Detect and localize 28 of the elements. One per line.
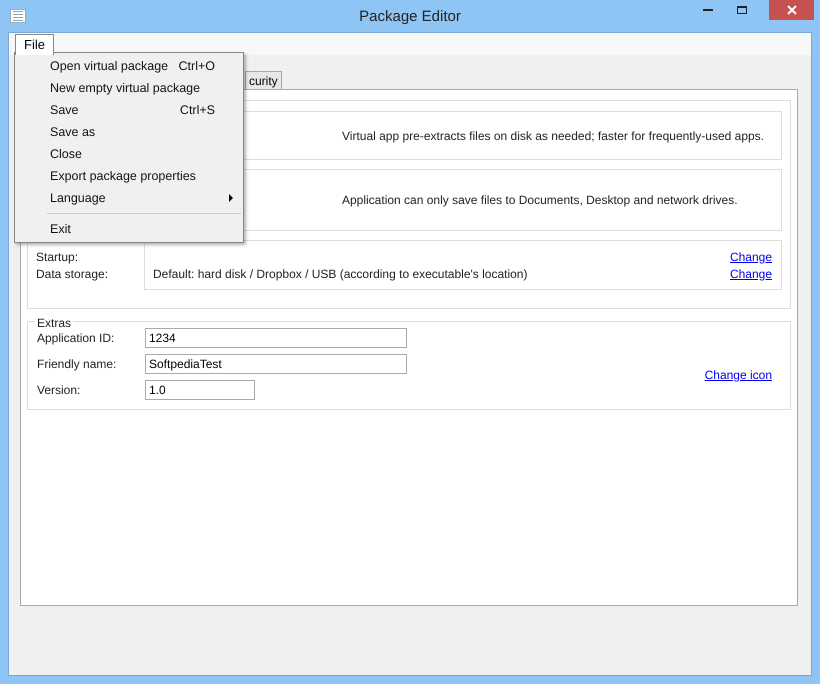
menu-item[interactable]: Language bbox=[17, 187, 243, 209]
field-label: Version: bbox=[37, 382, 82, 399]
menu-item[interactable]: Close bbox=[17, 143, 243, 165]
menu-item[interactable]: Save Ctrl+S bbox=[17, 99, 243, 121]
field-label: Data storage: bbox=[36, 266, 110, 280]
text-field[interactable]: 1.0 bbox=[145, 380, 255, 400]
field-label: Friendly name: bbox=[37, 356, 118, 373]
tab[interactable]: curity bbox=[245, 71, 282, 89]
text-field[interactable]: SoftpediaTest bbox=[145, 354, 407, 374]
menu-item[interactable]: File bbox=[15, 34, 54, 55]
menu-item[interactable]: Export package properties bbox=[17, 165, 243, 187]
menu-item[interactable]: Open virtual package Ctrl+O bbox=[17, 55, 243, 77]
close-button[interactable] bbox=[769, 0, 814, 20]
menu-item[interactable]: Save as bbox=[17, 121, 243, 143]
menu-item[interactable]: Exit bbox=[17, 218, 243, 240]
close-icon bbox=[786, 5, 796, 15]
text-field[interactable]: 1234 bbox=[145, 328, 407, 348]
app-icon bbox=[10, 9, 26, 23]
change-link[interactable]: Change bbox=[730, 248, 772, 266]
storage-value: Default: hard disk / Dropbox / USB (according to executable's location) bbox=[153, 266, 528, 282]
description-text: Application can only save files to Documents, Desktop and network drives. bbox=[342, 192, 738, 209]
change-icon-link[interactable]: Change icon bbox=[704, 366, 772, 384]
field-label: Startup: bbox=[36, 249, 80, 263]
description-text: Virtual app pre-extracts files on disk as needed; faster for frequently-used apps. bbox=[342, 128, 764, 144]
field-label: Application ID: bbox=[37, 330, 116, 347]
change-link[interactable]: Change bbox=[730, 264, 772, 282]
menu-item[interactable]: New empty virtual package bbox=[17, 77, 243, 99]
window-title: Package Editor bbox=[359, 7, 461, 27]
